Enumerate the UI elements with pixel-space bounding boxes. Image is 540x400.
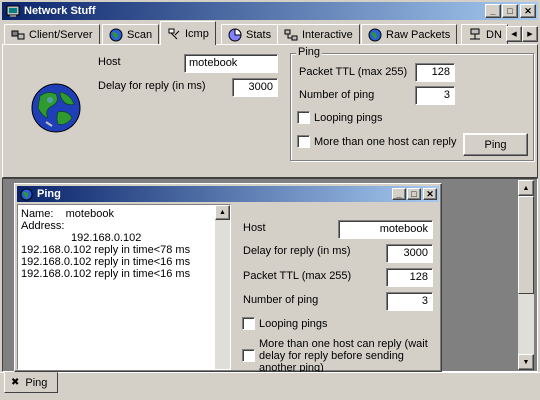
globe-icon	[30, 82, 82, 134]
multi-host-label: More than one host can reply	[314, 136, 457, 148]
host-label: Host	[98, 56, 121, 68]
tab-label: Icmp	[185, 27, 209, 40]
child-multi-host-label: More than one host can reply (wait delay…	[259, 338, 428, 372]
satellite-icon	[167, 27, 181, 41]
ping-count-input[interactable]: 3	[415, 86, 455, 105]
host-input[interactable]: motebook	[184, 54, 278, 73]
window-tab-strip	[0, 372, 540, 400]
tab-scan[interactable]: Scan	[102, 24, 160, 45]
child-delay-input[interactable]: 3000	[386, 244, 433, 263]
globe-icon	[368, 28, 382, 42]
tab-label: DN	[486, 29, 502, 41]
delay-input[interactable]: 3000	[232, 78, 278, 97]
tab-label: Interactive	[302, 29, 353, 41]
tab-dns[interactable]: DN	[461, 24, 508, 45]
log-line: 192.168.0.102 reply in time<78 ms	[21, 244, 191, 256]
ping-group-title: Ping	[296, 46, 323, 58]
tab-label: Raw Packets	[386, 29, 451, 41]
log-line: 192.168.0.102 reply in time<16 ms	[21, 268, 191, 280]
globe-icon	[20, 187, 33, 201]
child-ping-count-label: Number of ping	[243, 294, 319, 306]
child-looping-pings-label: Looping pings	[259, 318, 328, 330]
ping-count-label: Number of ping	[299, 89, 375, 101]
child-looping-pings-checkbox[interactable]	[242, 317, 255, 330]
tab-client-server[interactable]: Client/Server	[4, 24, 100, 45]
maximize-button[interactable]: □	[502, 4, 518, 18]
minimize-button[interactable]: _	[485, 4, 501, 18]
child-multi-host-checkbox[interactable]	[242, 349, 255, 362]
tab-stats[interactable]: Stats	[221, 24, 279, 45]
close-icon[interactable]: ✖	[11, 377, 19, 388]
close-button[interactable]: ✕	[520, 4, 536, 18]
tab-scroll-right-button[interactable]: ▶	[522, 26, 538, 42]
log-line: 192.168.0.102 reply in time<16 ms	[21, 256, 191, 268]
multi-host-checkbox[interactable]	[297, 135, 310, 148]
window-tab-ping[interactable]: ✖ Ping	[4, 372, 58, 393]
log-address-label: Address:	[21, 220, 65, 232]
child-title-bar[interactable]: Ping _ □ ✕	[17, 186, 439, 202]
child-close-button[interactable]: ✕	[423, 188, 437, 200]
app-icon	[6, 4, 20, 18]
mdi-scroll-down-button[interactable]: ▼	[518, 354, 534, 370]
tab-raw-packets[interactable]: Raw Packets	[361, 24, 458, 45]
log-name-label: Name:	[21, 208, 54, 220]
log-name-value: motebook	[65, 208, 114, 220]
child-ping-count-input[interactable]: 3	[386, 292, 433, 311]
delay-label: Delay for reply (in ms)	[98, 80, 206, 92]
log-scroll-up-button[interactable]: ▲	[215, 205, 230, 220]
ttl-label: Packet TTL (max 255)	[299, 66, 408, 78]
child-delay-label: Delay for reply (in ms)	[243, 245, 351, 257]
tab-label: Scan	[127, 29, 153, 41]
child-minimize-button[interactable]: _	[392, 188, 406, 200]
child-host-label: Host	[243, 222, 266, 234]
pie-icon	[228, 28, 242, 42]
ping-log-panel[interactable]: Name: motebook Address: 192.168.0.102 19…	[17, 204, 231, 370]
looping-pings-label: Looping pings	[314, 112, 383, 124]
window-tab-label: Ping	[25, 376, 48, 389]
dns-icon	[468, 28, 482, 42]
mdi-scroll-up-button[interactable]: ▲	[518, 180, 534, 196]
child-ttl-label: Packet TTL (max 255)	[243, 270, 352, 282]
tab-scroll-left-button[interactable]: ◀	[506, 26, 522, 42]
mdi-scroll-thumb[interactable]	[518, 196, 534, 294]
child-ttl-input[interactable]: 128	[386, 268, 433, 287]
tab-icmp[interactable]: Icmp	[160, 21, 216, 45]
log-address-value: 192.168.0.102	[71, 232, 142, 244]
tab-label: Stats	[246, 29, 272, 41]
log-vertical-scrollbar[interactable]	[215, 205, 230, 369]
globe-icon	[109, 28, 123, 42]
ttl-input[interactable]: 128	[415, 63, 455, 82]
window-title: Network Stuff	[24, 5, 96, 17]
child-host-input[interactable]: motebook	[338, 220, 433, 239]
tab-label: Client/Server	[29, 29, 93, 41]
main-title-bar[interactable]: Network Stuff _ □ ✕	[2, 2, 538, 20]
client-server-icon	[11, 28, 25, 42]
looping-pings-checkbox[interactable]	[297, 111, 310, 124]
child-maximize-button[interactable]: □	[407, 188, 421, 200]
ping-button[interactable]: Ping	[463, 133, 528, 156]
tab-interactive[interactable]: Interactive	[277, 24, 360, 45]
child-window-title: Ping	[37, 188, 61, 200]
network-icon	[284, 28, 298, 42]
